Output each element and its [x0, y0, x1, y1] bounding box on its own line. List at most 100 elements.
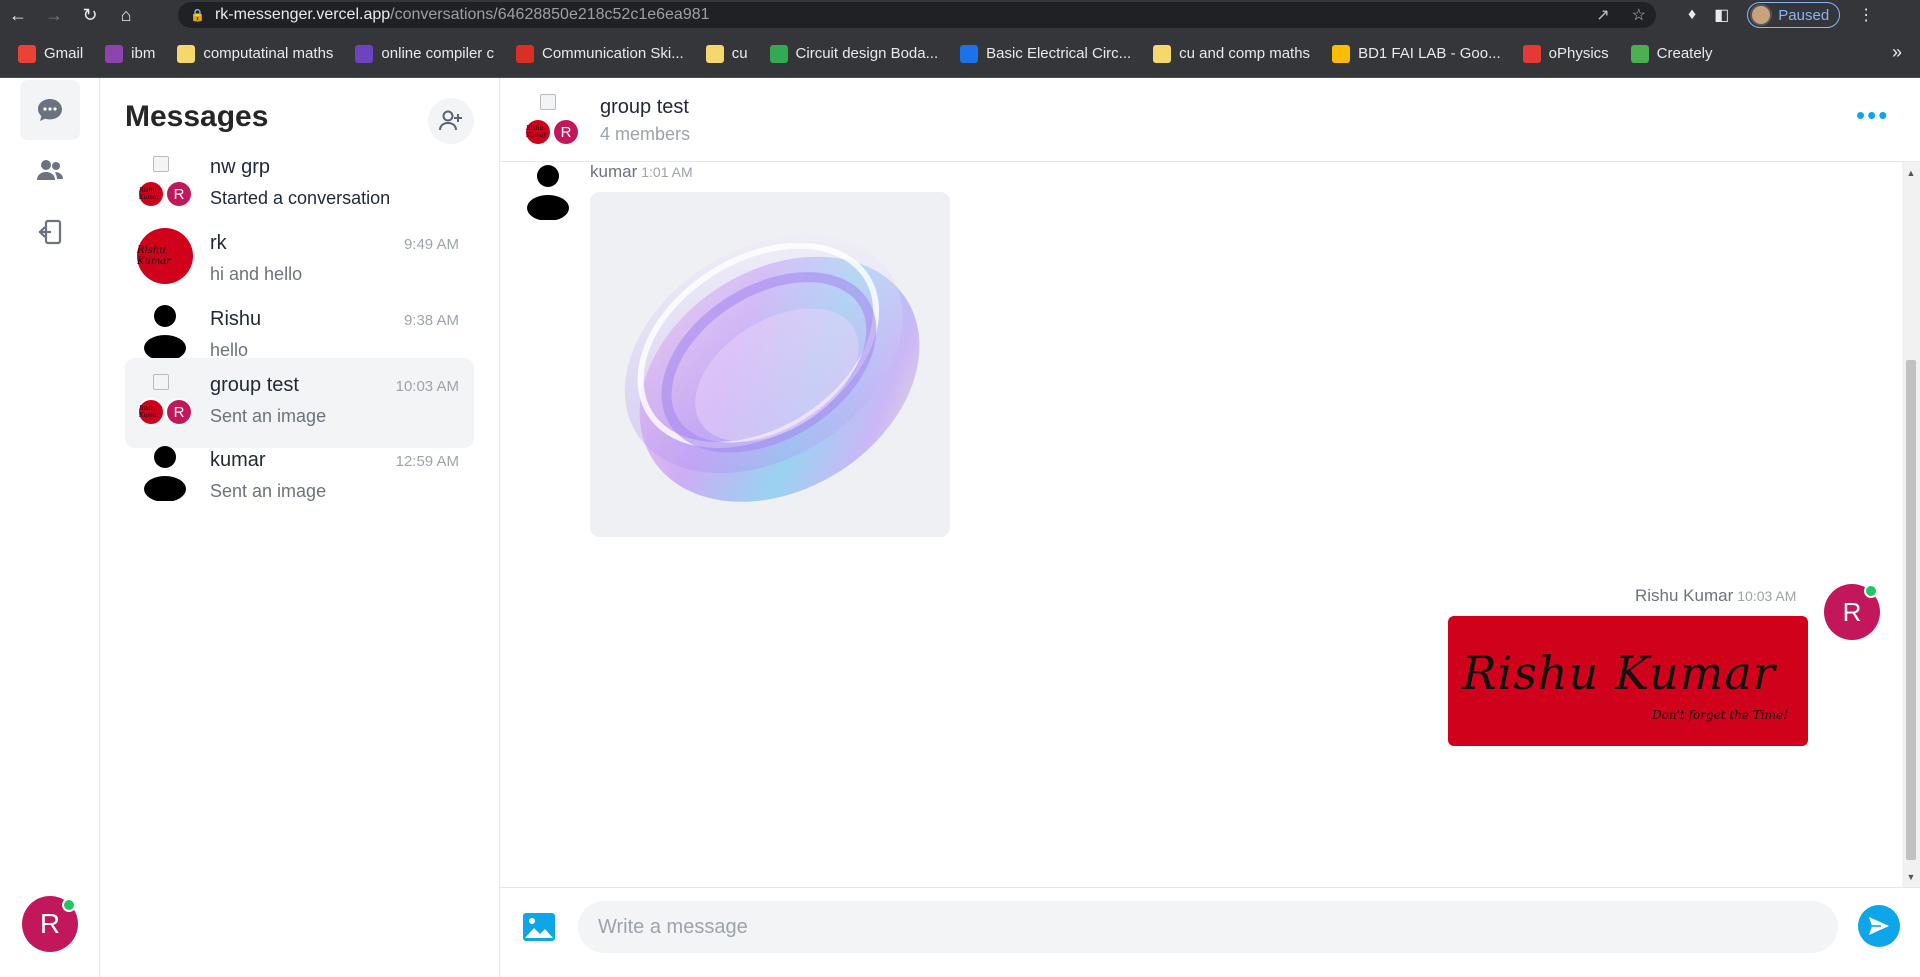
share-icon[interactable]: ↗	[1596, 5, 1609, 25]
member-count: 4 members	[600, 124, 691, 144]
bookmark-label: oPhysics	[1548, 45, 1609, 62]
message-composer	[500, 887, 1920, 977]
message-sender: Rishu Kumar	[1635, 586, 1734, 605]
messenger-app: R Messages Rishu Kumar Rnw grp Started a c…	[0, 78, 1920, 977]
online-indicator	[62, 898, 76, 912]
conversation-avatar: Rishu Kumar R	[137, 152, 197, 212]
scroll-up-icon[interactable]: ▲	[1906, 168, 1916, 178]
menu-kebab-icon[interactable]: ⋮	[1858, 5, 1874, 25]
bookmark-favicon-icon	[105, 44, 124, 63]
back-icon[interactable]: ←	[0, 0, 36, 30]
conversation-time: 9:49 AM	[403, 236, 459, 253]
bookmark-label: cu	[731, 45, 748, 62]
bookmark-label: BD1 FAI LAB - Goo...	[1358, 45, 1501, 62]
image-tagline: Don't forget the Time!	[1652, 708, 1788, 722]
conversation-time: 12:59 AM	[395, 453, 459, 470]
bookmark-item[interactable]: Circuit design Boda...	[769, 44, 939, 63]
message-image[interactable]	[590, 192, 950, 537]
message-input[interactable]	[578, 901, 1838, 953]
image-upload-icon[interactable]	[522, 912, 556, 942]
chat-icon[interactable]	[20, 80, 80, 140]
bookmark-label: Creately	[1656, 45, 1713, 62]
profile-button[interactable]: Paused	[1747, 2, 1841, 28]
group-member-avatar: R	[165, 398, 193, 426]
conversation-item[interactable]: kumar Sent an image 12:59 AM	[125, 433, 474, 523]
extensions-icon[interactable]: ♦	[1688, 6, 1696, 24]
bookmark-favicon-icon	[769, 44, 788, 63]
bookmark-item[interactable]: Communication Ski...	[515, 44, 684, 63]
forward-icon[interactable]: →	[36, 0, 72, 30]
send-button[interactable]	[1858, 905, 1900, 947]
bookmark-item[interactable]: Gmail	[18, 44, 83, 63]
message-sender: kumar	[590, 162, 638, 181]
bookmarks-bar: Gmail ibm computatinal maths online compile…	[0, 30, 1920, 78]
url-path: /conversations/64628850e218c52c1e6ea981	[390, 6, 710, 23]
scrollbar[interactable]: ▲ ▼	[1902, 162, 1920, 887]
conversation-avatar	[137, 304, 197, 364]
bookmark-label: computatinal maths	[203, 45, 334, 62]
broken-image-icon	[153, 374, 169, 390]
side-panel-icon[interactable]: ◧	[1714, 5, 1729, 25]
conversation-name: rk	[210, 232, 227, 254]
avatar-initial: R	[39, 908, 61, 939]
group-member-avatar: Rishu Kumar	[137, 180, 165, 208]
add-user-icon	[439, 110, 462, 131]
more-options-icon[interactable]: •••	[1856, 100, 1889, 131]
group-member-avatar: R	[165, 180, 193, 208]
reload-icon[interactable]: ↻	[72, 0, 108, 30]
bookmark-favicon-icon	[960, 44, 979, 63]
nav-rail: R	[0, 78, 100, 977]
message-meta: kumar 1:01 AM	[590, 162, 693, 182]
image-signature-text: Rishu Kumar	[1462, 646, 1776, 700]
conversation-name: group test	[210, 374, 299, 396]
bookmark-item[interactable]: Creately	[1630, 44, 1713, 63]
bookmark-item[interactable]: cu	[705, 44, 748, 63]
bookmark-item[interactable]: online compiler c	[355, 44, 494, 63]
bookmark-favicon-icon	[1153, 44, 1172, 63]
group-avatar[interactable]: Rishu Kumar R	[524, 90, 584, 150]
bookmark-item[interactable]: computatinal maths	[177, 44, 334, 63]
person-icon	[144, 446, 186, 501]
add-user-button[interactable]	[428, 98, 474, 144]
chat-title: group test	[600, 96, 689, 118]
scroll-thumb[interactable]	[1906, 360, 1916, 860]
message-image[interactable]: Rishu Kumar Don't forget the Time!	[1448, 616, 1808, 746]
users-icon[interactable]	[20, 140, 80, 200]
chat-header: Rishu Kumar R group test 4 members •••	[500, 78, 1920, 162]
bookmark-label: ibm	[131, 45, 156, 62]
bookmark-label: online compiler c	[381, 45, 494, 62]
bookmark-item[interactable]: cu and comp maths	[1153, 44, 1311, 63]
message-list: kumar 1:01 AM Rishu Kumar 10:03 AM R Ris…	[500, 162, 1902, 887]
url-host: rk-messenger.vercel.app	[214, 6, 391, 23]
conversation-avatar: Rishu Kumar R	[137, 370, 197, 430]
home-icon[interactable]: ⌂	[108, 0, 144, 30]
bookmark-favicon-icon	[18, 44, 36, 63]
conversation-time: 9:38 AM	[403, 312, 459, 329]
bookmark-item[interactable]: ibm	[105, 44, 156, 63]
bookmark-item[interactable]: oPhysics	[1522, 44, 1609, 63]
conversation-avatar: Rishu Kumar	[137, 228, 197, 288]
conversation-list: Messages Rishu Kumar Rnw grp Started a con…	[100, 78, 500, 977]
conversation-time: 10:03 AM	[395, 378, 459, 395]
conversation-name: kumar	[210, 449, 266, 471]
message-time: 1:01 AM	[641, 164, 693, 180]
bookmark-item[interactable]: Basic Electrical Circ...	[960, 44, 1131, 63]
message-meta: Rishu Kumar 10:03 AM	[1635, 586, 1796, 606]
bookmarks-overflow-icon[interactable]: »	[1892, 42, 1902, 63]
bookmark-favicon-icon	[177, 44, 196, 63]
broken-image-icon	[540, 94, 556, 110]
avatar-initial: R	[1842, 596, 1862, 627]
logout-icon[interactable]	[20, 202, 80, 262]
broken-image-icon	[153, 156, 169, 172]
browser-toolbar: ← → ↻ ⌂ 🔒 rk-messenger.vercel.app/conver…	[0, 0, 1920, 30]
bookmark-item[interactable]: BD1 FAI LAB - Goo...	[1332, 44, 1501, 63]
address-bar[interactable]: 🔒 rk-messenger.vercel.app/conversations/…	[178, 2, 1656, 28]
person-icon	[144, 305, 186, 360]
group-member-avatar: Rishu Kumar	[524, 118, 552, 146]
group-member-avatar: Rishu Kumar	[137, 398, 165, 426]
bookmark-star-icon[interactable]: ☆	[1632, 5, 1646, 25]
bookmark-label: Circuit design Boda...	[795, 45, 939, 62]
chat-panel: Rishu Kumar R group test 4 members ••• k…	[500, 78, 1920, 977]
bookmark-label: cu and comp maths	[1179, 45, 1311, 62]
scroll-down-icon[interactable]: ▼	[1906, 872, 1916, 882]
